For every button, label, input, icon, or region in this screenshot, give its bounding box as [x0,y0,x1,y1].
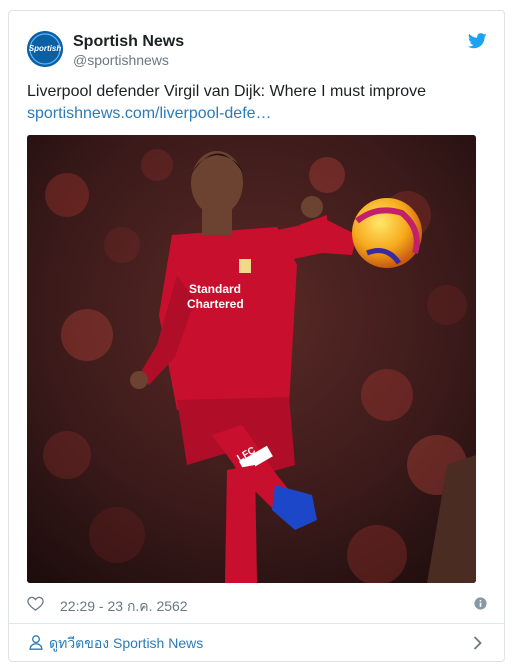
tweet-link[interactable]: sportishnews.com/liverpool-defe… [27,103,487,125]
sponsor-text-line1: Standard [189,282,241,296]
avatar[interactable]: Sportish [27,31,63,67]
author-display-name[interactable]: Sportish News [73,32,184,51]
tweet-text: Liverpool defender Virgil van Dijk: Wher… [27,83,426,100]
tweet-photo[interactable]: Standard Chartered LFC [27,135,476,583]
football [352,198,422,268]
author-block[interactable]: Sportish News @sportishnews [73,32,184,69]
sponsor-text-line2: Chartered [187,297,244,311]
tweet-body: Liverpool defender Virgil van Dijk: Wher… [27,81,487,125]
view-tweets-link[interactable]: ดูทวีตของ Sportish News [49,634,203,652]
author-handle[interactable]: @sportishnews [73,51,184,69]
view-profile-footer[interactable]: ดูทวีตของ Sportish News [9,624,504,661]
tweet-header: Sportish Sportish News @sportishnews [27,31,487,71]
person-icon [29,635,43,655]
chevron-right-icon[interactable] [473,636,482,655]
heart-icon[interactable] [27,595,44,616]
info-icon[interactable] [474,597,487,615]
avatar-logo-text: Sportish [29,44,62,53]
tweet-meta-row: 22:29 - 23 ก.ค. 2562 [27,593,487,615]
tweet-timestamp[interactable]: 22:29 - 23 ก.ค. 2562 [60,596,188,618]
twitter-bird-icon[interactable] [467,33,487,54]
embedded-tweet-card[interactable]: Sportish Sportish News @sportishnews Liv… [8,10,505,662]
